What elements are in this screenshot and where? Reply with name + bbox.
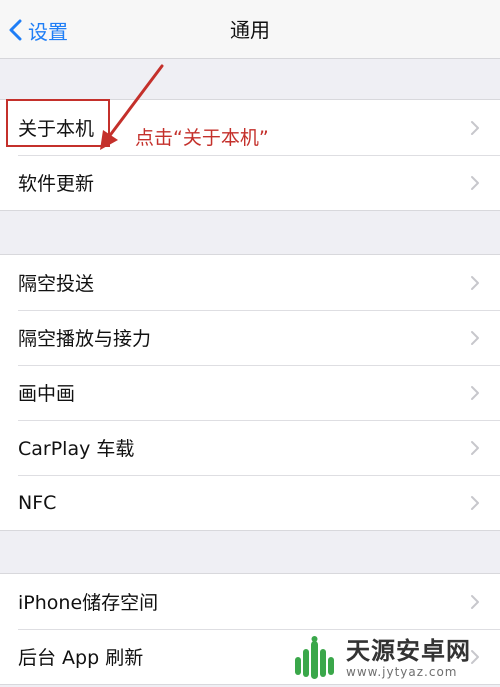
list-item-airdrop[interactable]: 隔空投送: [0, 255, 500, 310]
chevron-right-icon: [471, 495, 479, 510]
list-item-software-update[interactable]: 软件更新: [0, 155, 500, 210]
chevron-right-icon: [471, 385, 479, 400]
list-item-label: NFC: [18, 491, 57, 514]
chevron-right-icon: [471, 440, 479, 455]
chevron-right-icon: [471, 120, 479, 135]
list-item-label: 隔空投送: [18, 273, 95, 295]
list-item-label: 隔空播放与接力: [18, 328, 152, 350]
page-title: 通用: [230, 18, 270, 42]
list-item-label: 画中画: [18, 383, 76, 405]
list-item-airplay-handoff[interactable]: 隔空播放与接力: [0, 310, 500, 365]
list-item-label: 关于本机: [18, 118, 95, 140]
list-item-label: CarPlay 车载: [18, 438, 135, 460]
chevron-right-icon: [471, 594, 479, 609]
list-item-label: 软件更新: [18, 173, 95, 195]
list-item-carplay[interactable]: CarPlay 车载: [0, 420, 500, 475]
chevron-right-icon: [471, 649, 479, 664]
list-item-label: 后台 App 刷新: [18, 647, 144, 669]
list-item-picture-in-picture[interactable]: 画中画: [0, 365, 500, 420]
list-item-background-app-refresh[interactable]: 后台 App 刷新: [0, 629, 500, 684]
chevron-right-icon: [471, 275, 479, 290]
list-item-iphone-storage[interactable]: iPhone储存空间: [0, 574, 500, 629]
chevron-right-icon: [471, 330, 479, 345]
navigation-bar: 设置 通用: [0, 0, 500, 59]
list-item-label: iPhone储存空间: [18, 592, 159, 614]
list-item-nfc[interactable]: NFC: [0, 475, 500, 530]
settings-group-3: iPhone储存空间 后台 App 刷新: [0, 573, 500, 685]
chevron-right-icon: [471, 175, 479, 190]
list-item-about[interactable]: 关于本机: [0, 100, 500, 155]
settings-group-2: 隔空投送 隔空播放与接力 画中画 CarPlay 车载 NFC: [0, 254, 500, 531]
settings-group-1: 关于本机 软件更新: [0, 99, 500, 211]
